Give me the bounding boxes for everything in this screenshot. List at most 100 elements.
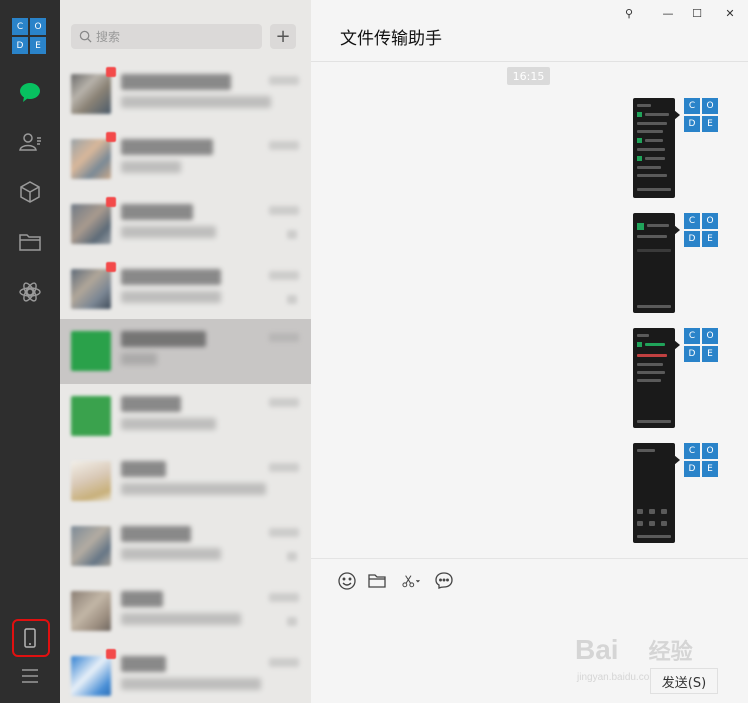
logo-letter: O [30, 18, 46, 35]
avatar [71, 656, 111, 696]
unread-badge [106, 649, 116, 659]
my-avatar[interactable]: C O D E [684, 443, 718, 477]
conversation-time [269, 206, 299, 215]
chat-panel: 文件传输助手 ⚲ — ☐ ✕ 16:15 C O D E C O D E C O… [311, 0, 748, 703]
message-row: C O D E [311, 443, 748, 543]
bubble-arrow [674, 455, 680, 465]
logo-letter: E [30, 37, 46, 54]
list-item-selected[interactable] [60, 319, 311, 384]
toolbar-divider [311, 558, 748, 559]
conversation-name [121, 591, 163, 607]
search-icon [79, 30, 92, 43]
image-message[interactable] [633, 98, 675, 198]
minimize-button[interactable]: — [656, 4, 680, 22]
conversation-name [121, 396, 181, 412]
mute-icon [287, 295, 297, 304]
logo-letter: E [702, 116, 718, 132]
conversation-name [121, 331, 206, 347]
bubble-arrow [674, 225, 680, 235]
logo-letter: O [702, 98, 718, 114]
search-box[interactable] [71, 24, 262, 49]
user-avatar[interactable]: C O D E [12, 18, 46, 54]
watermark-url: jingyan.baidu.com [577, 672, 658, 683]
list-item[interactable] [60, 257, 311, 322]
list-item[interactable] [60, 579, 311, 644]
avatar [71, 139, 111, 179]
bubble-arrow [674, 110, 680, 120]
cube-icon[interactable] [16, 178, 44, 206]
conversation-name [121, 526, 191, 542]
logo-letter: C [12, 18, 28, 35]
close-button[interactable]: ✕ [718, 4, 742, 22]
unread-badge [106, 132, 116, 142]
scissors-icon[interactable] [397, 570, 425, 592]
image-message[interactable] [633, 443, 675, 543]
list-item[interactable] [60, 449, 311, 514]
logo-letter: C [684, 443, 700, 459]
conversation-name [121, 139, 213, 155]
list-item[interactable] [60, 192, 311, 257]
image-message[interactable] [633, 213, 675, 313]
avatar [71, 396, 111, 436]
conversation-name [121, 656, 166, 672]
conversation-preview [121, 353, 157, 365]
logo-letter: O [702, 328, 718, 344]
logo-letter: E [702, 461, 718, 477]
my-avatar[interactable]: C O D E [684, 98, 718, 132]
conversation-time [269, 76, 299, 85]
conversation-preview [121, 548, 221, 560]
chat-icon[interactable] [16, 78, 44, 106]
phone-icon[interactable] [16, 624, 44, 652]
add-button[interactable]: + [270, 24, 296, 49]
chat-header: 文件传输助手 ⚲ — ☐ ✕ [311, 0, 748, 62]
list-item[interactable] [60, 644, 311, 703]
avatar [71, 204, 111, 244]
left-rail: C O D E [0, 0, 60, 703]
conversation-preview [121, 96, 271, 108]
chat-title: 文件传输助手 [340, 29, 442, 49]
my-avatar[interactable]: C O D E [684, 328, 718, 362]
conversation-time [269, 528, 299, 537]
mute-icon [287, 230, 297, 239]
conversation-time [269, 333, 299, 342]
logo-letter: O [702, 213, 718, 229]
unread-badge [106, 262, 116, 272]
contacts-icon[interactable] [16, 128, 44, 156]
avatar [71, 269, 111, 309]
maximize-button[interactable]: ☐ [685, 4, 709, 22]
conversation-preview [121, 418, 216, 430]
logo-letter: D [12, 37, 28, 54]
logo-letter: E [702, 346, 718, 362]
conversation-name [121, 269, 221, 285]
watermark-brand: Bai 经验 [575, 634, 693, 665]
folder-icon[interactable] [366, 570, 388, 592]
logo-letter: D [684, 346, 700, 362]
discover-icon[interactable] [16, 278, 44, 306]
conversation-preview [121, 613, 241, 625]
chat-bubble-icon[interactable] [433, 570, 455, 592]
conversation-time [269, 398, 299, 407]
my-avatar[interactable]: C O D E [684, 213, 718, 247]
list-item[interactable] [60, 62, 311, 127]
menu-icon[interactable] [16, 662, 44, 690]
conversation-time [269, 463, 299, 472]
conversation-name [121, 461, 166, 477]
conversation-preview [121, 161, 181, 173]
conversation-preview [121, 678, 261, 690]
file-transfer-avatar [71, 331, 111, 371]
unread-badge [106, 67, 116, 77]
pin-button[interactable]: ⚲ [617, 4, 641, 22]
unread-badge [106, 197, 116, 207]
logo-letter: O [702, 443, 718, 459]
emoji-icon[interactable] [336, 570, 358, 592]
list-item[interactable] [60, 514, 311, 579]
folder-icon[interactable] [16, 228, 44, 256]
conversation-name [121, 204, 193, 220]
image-message[interactable] [633, 328, 675, 428]
message-row: C O D E [311, 328, 748, 428]
send-button[interactable]: 发送(S) [650, 668, 718, 694]
search-input[interactable] [96, 29, 256, 44]
list-item[interactable] [60, 384, 311, 449]
list-item[interactable] [60, 127, 311, 192]
conversation-list: + [60, 0, 311, 703]
